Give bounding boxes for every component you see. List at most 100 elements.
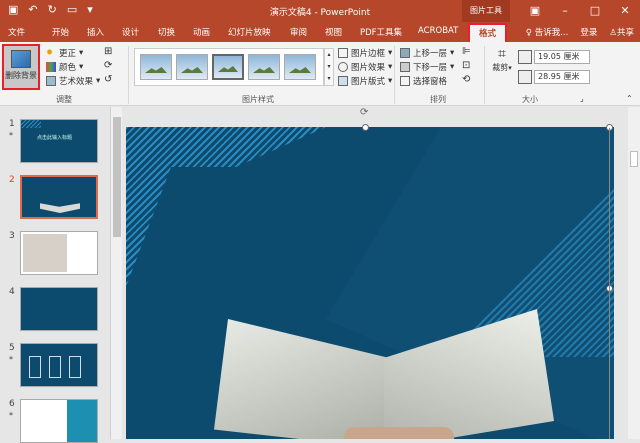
decor-block (67, 400, 97, 442)
tab-insert[interactable]: 插入 (87, 26, 104, 38)
height-field[interactable]: 19.05 厘米 (534, 50, 590, 64)
slide-number: 4 (9, 287, 15, 297)
slide-number: 1 (9, 119, 15, 129)
align-icon[interactable]: ⊫ (462, 46, 471, 57)
picture-effects-button[interactable]: 图片效果 ▾ (338, 60, 392, 74)
selection-pane-icon (400, 76, 410, 86)
photo-frame (69, 356, 81, 378)
thumbnail-scrollbar[interactable] (110, 107, 122, 439)
style-thumbnail[interactable] (212, 54, 244, 80)
reset-picture-icon[interactable]: ↺ (104, 74, 112, 85)
photo-frame (49, 356, 61, 378)
gallery-scroll[interactable]: ▴ ▾ ▾ (324, 48, 334, 86)
slide-number: 6 (9, 399, 15, 409)
picture-border-button[interactable]: 图片边框 ▾ (338, 46, 392, 60)
bring-forward-icon (400, 48, 410, 58)
selection-pane-button[interactable]: 选择窗格 (400, 74, 447, 88)
crop-button[interactable]: ⌗ 裁剪▾ (490, 46, 514, 73)
minimize-icon[interactable]: – (550, 0, 580, 22)
size-group-label: 大小 (522, 95, 538, 104)
collapse-ribbon-icon[interactable]: ⌃ (626, 94, 633, 103)
rotate-handle-icon[interactable]: ⟳ (360, 107, 368, 118)
picture-border-label: 图片边框 (351, 49, 386, 59)
tab-pdf[interactable]: PDF工具集 (360, 26, 402, 38)
style-thumbnail[interactable] (248, 54, 280, 80)
picture-tools-label: 图片工具 (462, 0, 510, 22)
tab-design[interactable]: 设计 (122, 26, 139, 38)
tab-view[interactable]: 视图 (325, 26, 342, 38)
hand-image (344, 427, 454, 439)
slide-number: 5 (9, 343, 15, 353)
scrollbar-thumb[interactable] (630, 151, 638, 167)
change-picture-icon[interactable]: ⟳ (104, 60, 112, 71)
divider (128, 46, 129, 104)
tab-slideshow[interactable]: 幻灯片放映 (228, 26, 271, 38)
chevron-down-icon: ▾ (388, 62, 393, 72)
bring-forward-button[interactable]: 上移一层 ▾ (400, 46, 454, 60)
title-bar: ▣ ↶ ↻ ▭ ▾ 演示文稿4 - PowerPoint 图片工具 ▣ – □ … (0, 0, 640, 22)
tab-animations[interactable]: 动画 (193, 26, 210, 38)
stripe-decor (126, 127, 186, 287)
tab-acrobat[interactable]: ACROBAT (418, 26, 458, 36)
rotate-icon[interactable]: ⟲ (462, 74, 470, 85)
maximize-icon[interactable]: □ (580, 0, 610, 22)
ribbon-tabs: 文件 开始 插入 设计 切换 动画 幻灯片放映 审阅 视图 PDF工具集 ACR… (0, 22, 640, 46)
artistic-effects-button[interactable]: 艺术效果 ▾ (46, 74, 100, 88)
divider (484, 46, 485, 104)
slide-canvas[interactable] (126, 127, 614, 439)
corrections-button[interactable]: ✹ 更正 ▾ (46, 46, 83, 60)
picture-styles-gallery[interactable] (134, 48, 324, 86)
send-backward-label: 下移一层 (413, 63, 448, 73)
editor-scrollbar[interactable] (628, 107, 640, 439)
chevron-down-icon: ▾ (450, 62, 455, 72)
chevron-down-icon: ▾ (450, 48, 455, 58)
tab-home[interactable]: 开始 (52, 26, 69, 38)
slide-number: 2 (9, 175, 15, 185)
corrections-label: 更正 (59, 49, 77, 59)
book-right-page (384, 309, 554, 439)
remove-background-button[interactable]: 删除背景 (2, 44, 40, 90)
scrollbar-thumb[interactable] (113, 117, 121, 237)
compress-icon[interactable]: ⊞ (104, 46, 112, 57)
style-thumbnail[interactable] (176, 54, 208, 80)
size-dialog-launcher-icon[interactable]: ⌟ (580, 94, 584, 103)
send-backward-icon (400, 62, 410, 72)
picture-layout-label: 图片版式 (351, 77, 386, 87)
share-button[interactable]: ♙共享 (609, 26, 634, 38)
tab-transitions[interactable]: 切换 (158, 26, 175, 38)
remove-background-icon (11, 50, 31, 68)
slide-preview (20, 343, 98, 387)
ribbon-display-icon[interactable]: ▣ (520, 0, 550, 22)
photo-thumbnail (23, 234, 67, 272)
close-icon[interactable]: ✕ (610, 0, 640, 22)
divider (394, 46, 395, 104)
width-field[interactable]: 28.95 厘米 (534, 70, 590, 84)
layout-icon (338, 76, 348, 86)
slide-caption: 点击此输入标题 (37, 135, 73, 141)
slide-preview (20, 175, 98, 219)
style-thumbnail[interactable] (140, 54, 172, 80)
chevron-down-icon: ▾ (508, 64, 512, 72)
login-link[interactable]: 登录 (580, 26, 597, 38)
artistic-effects-label: 艺术效果 (59, 77, 94, 87)
book-thumbnail (40, 203, 80, 213)
slide-animation-mark: * (9, 411, 13, 420)
color-icon (46, 62, 56, 72)
slide-preview (20, 231, 98, 275)
artistic-icon (46, 76, 56, 86)
style-thumbnail[interactable] (284, 54, 316, 80)
tab-file[interactable]: 文件 (8, 26, 25, 38)
color-button[interactable]: 颜色 ▾ (46, 60, 83, 74)
slide-preview: 点击此输入标题 (20, 119, 98, 163)
group-icon[interactable]: ⊡ (462, 60, 470, 71)
tell-me-box[interactable]: ♀ 告诉我... (526, 26, 569, 38)
person-icon: ♙ (609, 28, 617, 38)
tab-review[interactable]: 审阅 (290, 26, 307, 38)
send-backward-button[interactable]: 下移一层 ▾ (400, 60, 454, 74)
tell-me-label: 告诉我... (534, 28, 569, 38)
chevron-down-icon: ▾ (388, 48, 393, 58)
selection-handle[interactable] (362, 124, 369, 131)
ribbon: 删除背景 ✹ 更正 ▾ 颜色 ▾ 艺术效果 ▾ ⊞ ⟳ ↺ 调整 ▴ ▾ ▾ 图片边框 ▾ … (0, 42, 640, 106)
picture-layout-button[interactable]: 图片版式 ▾ (338, 74, 392, 88)
open-book-image[interactable] (214, 309, 554, 439)
